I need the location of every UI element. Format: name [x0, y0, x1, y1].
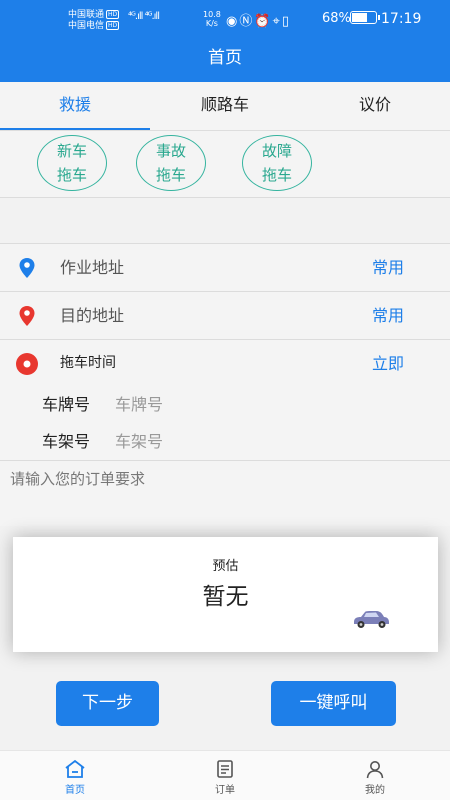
- clock: 17:19: [381, 11, 422, 27]
- speed-unit: K/s: [205, 19, 218, 28]
- status-icons: ◉Ⓝ⏰⌖▯: [226, 10, 291, 29]
- nav-home[interactable]: 首页: [0, 751, 150, 800]
- work-address-row[interactable]: 作业地址 常用: [0, 244, 450, 291]
- work-address-common-button[interactable]: 常用: [372, 244, 404, 291]
- user-icon: [366, 761, 384, 779]
- type-label-line2: 拖车: [155, 166, 186, 184]
- tab-negotiate[interactable]: 议价: [300, 82, 450, 130]
- plate-input[interactable]: [115, 392, 315, 417]
- frame-label: 车架号: [42, 432, 91, 451]
- nav-orders-label: 订单: [215, 785, 235, 796]
- divider: [0, 197, 450, 198]
- nav-home-label: 首页: [65, 785, 85, 796]
- type-label-line2: 拖车: [56, 166, 87, 184]
- new-car-tow-button[interactable]: 新车 拖车: [37, 135, 107, 191]
- nav-mine-label: 我的: [365, 785, 385, 796]
- type-label-line1: 故障: [261, 142, 292, 160]
- eye-icon: ◉: [226, 14, 240, 29]
- tab-ride-along[interactable]: 顺路车: [150, 82, 300, 130]
- battery-percent: 68%: [322, 11, 351, 26]
- hd-badge-1: HD: [106, 10, 120, 19]
- signal-icon: ⁴ᴳ.ıll ⁴ᴳ.ıll: [128, 11, 160, 22]
- network-speed: 10.8 K/s: [203, 10, 221, 28]
- alarm-icon: ⏰: [254, 14, 273, 29]
- accident-tow-button[interactable]: 事故 拖车: [136, 135, 206, 191]
- carrier-info: 中国联通 HD 中国电信 HD: [68, 10, 120, 32]
- service-type-selector: 新车 拖车 事故 拖车 故障 拖车: [0, 131, 450, 197]
- destination-common-button[interactable]: 常用: [372, 292, 404, 339]
- destination-label: 目的地址: [60, 306, 125, 325]
- type-label-line1: 事故: [155, 142, 186, 160]
- nav-orders[interactable]: 订单: [150, 751, 300, 800]
- estimate-card: 预估 暂无: [13, 537, 438, 652]
- order-list-icon: [217, 760, 233, 778]
- clock-red-icon: [16, 353, 38, 375]
- home-icon: [65, 759, 85, 778]
- hd-badge-2: HD: [106, 21, 120, 30]
- carrier-2: 中国电信: [68, 21, 105, 31]
- nav-mine[interactable]: 我的: [300, 751, 450, 800]
- bottom-nav: 首页 订单 我的: [0, 750, 450, 800]
- carrier-1: 中国联通: [68, 10, 105, 20]
- frame-input[interactable]: [115, 429, 315, 454]
- estimate-value: 暂无: [202, 584, 249, 610]
- nfc-icon: Ⓝ: [239, 14, 255, 29]
- type-label-line1: 新车: [56, 142, 87, 160]
- frame-row: 车架号: [0, 423, 450, 460]
- one-key-call-button[interactable]: 一键呼叫: [271, 681, 396, 726]
- estimate-label: 预估: [212, 559, 239, 574]
- breakdown-tow-button[interactable]: 故障 拖车: [242, 135, 312, 191]
- tab-rescue[interactable]: 救援: [0, 82, 150, 130]
- battery-fill: [352, 13, 367, 22]
- battery-icon: [350, 11, 380, 24]
- speed-value: 10.8: [203, 10, 221, 19]
- plate-label: 车牌号: [42, 395, 91, 414]
- destination-row[interactable]: 目的地址 常用: [0, 292, 450, 339]
- location-pin-blue-icon: [19, 258, 35, 278]
- order-requirements-input[interactable]: [0, 461, 450, 526]
- car-icon: [354, 611, 389, 628]
- work-address-label: 作业地址: [60, 258, 125, 277]
- tow-time-label: 拖车时间: [60, 355, 116, 371]
- plate-row: 车牌号: [0, 386, 450, 423]
- location-pin-red-icon: [19, 306, 35, 326]
- next-step-button[interactable]: 下一步: [56, 681, 159, 726]
- location-icon: ⌖: [272, 14, 282, 29]
- tow-time-immediate-button[interactable]: 立即: [372, 340, 404, 387]
- tab-bar: 救援 顺路车 议价: [0, 82, 450, 130]
- status-bar: 中国联通 HD 中国电信 HD ⁴ᴳ.ıll ⁴ᴳ.ıll 10.8 K/s ◉Ⓝ⏰…: [0, 0, 450, 38]
- tow-time-row[interactable]: 拖车时间 立即: [0, 340, 450, 387]
- page-title: 首页: [0, 38, 450, 82]
- type-label-line2: 拖车: [261, 166, 292, 184]
- vibrate-icon: ▯: [281, 14, 292, 29]
